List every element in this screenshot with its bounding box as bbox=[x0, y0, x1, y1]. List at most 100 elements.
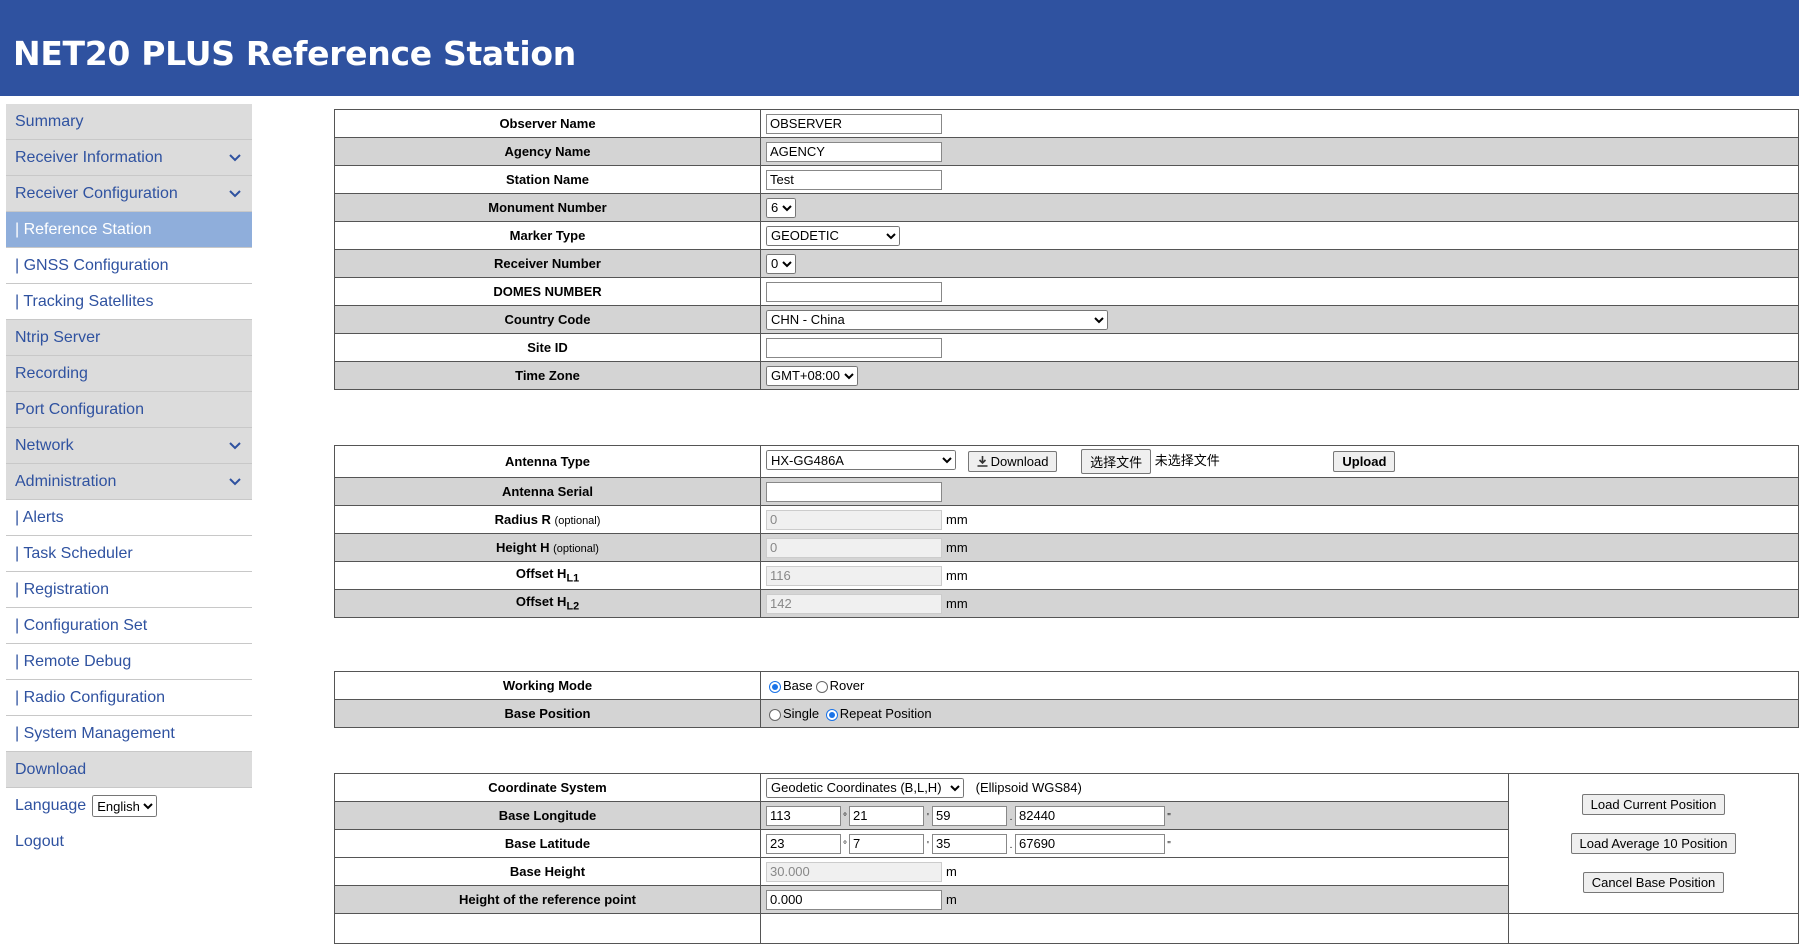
radius-label-text: Radius R bbox=[494, 512, 551, 527]
sidebar-item-port-configuration[interactable]: Port Configuration bbox=[6, 392, 252, 428]
sidebar-item-reference-station[interactable]: | Reference Station bbox=[6, 212, 252, 248]
time-zone-select[interactable]: GMT+08:00 bbox=[766, 365, 858, 386]
load-average-position-button[interactable]: Load Average 10 Position bbox=[1570, 833, 1737, 854]
cancel-base-position-button[interactable]: Cancel Base Position bbox=[1582, 872, 1725, 893]
sidebar-item-network[interactable]: Network bbox=[6, 428, 252, 464]
download-label: Download bbox=[990, 454, 1049, 469]
domes-number-input[interactable] bbox=[766, 281, 942, 302]
sidebar-item-tracking-satellites[interactable]: | Tracking Satellites bbox=[6, 284, 252, 320]
sidebar-item-remote-debug[interactable]: | Remote Debug bbox=[6, 644, 252, 680]
unit-label: mm bbox=[946, 596, 968, 611]
station-name-input[interactable] bbox=[766, 169, 942, 190]
sidebar-item-system-management[interactable]: | System Management bbox=[6, 716, 252, 752]
blank-cell bbox=[334, 913, 761, 944]
offset-subscript: L1 bbox=[566, 572, 580, 585]
antenna-serial-label: Antenna Serial bbox=[334, 477, 761, 506]
offset-l2-input[interactable] bbox=[766, 593, 942, 614]
antenna-table: Antenna Type HX-GG486A Download 选择文件 未选择… bbox=[334, 445, 1799, 618]
sidebar-item-label: | Radio Configuration bbox=[15, 688, 166, 706]
base-radio[interactable] bbox=[769, 680, 781, 693]
sidebar-item-label: | GNSS Configuration bbox=[15, 256, 169, 274]
site-id-input[interactable] bbox=[766, 337, 942, 358]
sidebar-item-gnss-configuration[interactable]: | GNSS Configuration bbox=[6, 248, 252, 284]
download-icon bbox=[977, 456, 988, 467]
observer-name-input[interactable] bbox=[766, 113, 942, 134]
sidebar-item-configuration-set[interactable]: | Configuration Set bbox=[6, 608, 252, 644]
sidebar-item-registration[interactable]: | Registration bbox=[6, 572, 252, 608]
table-row: Country Code CHN - China bbox=[334, 305, 1799, 334]
coordinate-system-select[interactable]: Geodetic Coordinates (B,L,H) bbox=[766, 777, 964, 798]
sidebar-item-label: | Reference Station bbox=[15, 220, 152, 238]
sidebar-item-summary[interactable]: Summary bbox=[6, 104, 252, 140]
antenna-serial-input[interactable] bbox=[766, 481, 942, 502]
load-current-position-button[interactable]: Load Current Position bbox=[1581, 794, 1726, 815]
latitude-minutes-input[interactable] bbox=[849, 833, 924, 854]
agency-name-input[interactable] bbox=[766, 141, 942, 162]
upload-button[interactable]: Upload bbox=[1333, 451, 1396, 472]
receiver-number-select[interactable]: 0 bbox=[766, 253, 796, 274]
latitude-degrees-input[interactable] bbox=[766, 833, 841, 854]
sidebar-item-label: | Remote Debug bbox=[15, 652, 132, 670]
chevron-down-icon bbox=[229, 189, 241, 197]
decimal-point: . bbox=[1009, 840, 1013, 851]
sidebar-item-receiver-information[interactable]: Receiver Information bbox=[6, 140, 252, 176]
agency-name-label: Agency Name bbox=[334, 137, 761, 166]
sidebar-item-label: Download bbox=[15, 760, 87, 778]
sidebar-item-recording[interactable]: Recording bbox=[6, 356, 252, 392]
single-radio[interactable] bbox=[769, 708, 781, 721]
decimal-point: . bbox=[1009, 812, 1013, 823]
sidebar-item-radio-configuration[interactable]: | Radio Configuration bbox=[6, 680, 252, 716]
sidebar-nav: Summary Receiver Information Receiver Co… bbox=[6, 104, 252, 860]
sidebar-item-label: Recording bbox=[15, 364, 88, 382]
sidebar-item-label: Summary bbox=[15, 112, 84, 130]
height-input[interactable] bbox=[766, 537, 942, 558]
chevron-down-icon bbox=[229, 477, 241, 485]
table-row: Working Mode Base Rover bbox=[334, 671, 1799, 700]
sidebar-item-alerts[interactable]: | Alerts bbox=[6, 500, 252, 536]
observer-name-label: Observer Name bbox=[334, 109, 761, 138]
longitude-seconds-input[interactable] bbox=[932, 805, 1007, 826]
choose-file-button[interactable]: 选择文件 bbox=[1081, 449, 1152, 474]
longitude-fraction-input[interactable] bbox=[1015, 805, 1165, 826]
monument-number-select[interactable]: 6 bbox=[766, 197, 796, 218]
radio-label: Repeat Position bbox=[839, 706, 932, 721]
offset-label-text: Offset H bbox=[515, 594, 567, 610]
sidebar-item-administration[interactable]: Administration bbox=[6, 464, 252, 500]
sidebar-item-label: Ntrip Server bbox=[15, 328, 101, 346]
unit-label: m bbox=[946, 892, 957, 907]
radio-label: Base bbox=[783, 678, 813, 693]
station-info-table: Observer Name Agency Name Station Name M… bbox=[334, 109, 1799, 390]
optional-text: (optional) bbox=[553, 543, 599, 555]
table-row: Marker Type GEODETIC bbox=[334, 221, 1799, 250]
offset-l1-label: Offset HL1 bbox=[334, 561, 761, 590]
repeat-position-radio[interactable] bbox=[825, 708, 838, 721]
logout-link[interactable]: Logout bbox=[6, 824, 252, 860]
second-symbol: " bbox=[1167, 840, 1171, 851]
download-button[interactable]: Download bbox=[967, 451, 1058, 472]
sidebar-item-task-scheduler[interactable]: | Task Scheduler bbox=[6, 536, 252, 572]
longitude-minutes-input[interactable] bbox=[849, 805, 924, 826]
sidebar-item-label: Network bbox=[15, 436, 74, 454]
sidebar-item-receiver-configuration[interactable]: Receiver Configuration bbox=[6, 176, 252, 212]
sidebar-item-label: Receiver Information bbox=[15, 148, 163, 166]
coordinates-table: Coordinate System Geodetic Coordinates (… bbox=[334, 773, 1799, 944]
sidebar-item-download[interactable]: Download bbox=[6, 752, 252, 788]
reference-point-height-input[interactable] bbox=[766, 889, 942, 910]
language-select[interactable]: English bbox=[92, 795, 158, 817]
table-row: Monument Number 6 bbox=[334, 193, 1799, 222]
base-height-input[interactable] bbox=[766, 861, 942, 882]
country-code-label: Country Code bbox=[334, 305, 761, 334]
sidebar-item-label: | Configuration Set bbox=[15, 616, 148, 634]
rover-radio[interactable] bbox=[815, 680, 828, 693]
longitude-degrees-input[interactable] bbox=[766, 805, 841, 826]
radius-input[interactable] bbox=[766, 509, 942, 530]
coordinate-system-label: Coordinate System bbox=[334, 773, 761, 802]
country-code-select[interactable]: CHN - China bbox=[766, 309, 1108, 330]
offset-l1-input[interactable] bbox=[766, 565, 942, 586]
antenna-type-select[interactable]: HX-GG486A bbox=[766, 450, 956, 471]
marker-type-select[interactable]: GEODETIC bbox=[766, 225, 900, 246]
latitude-fraction-input[interactable] bbox=[1015, 833, 1165, 854]
latitude-seconds-input[interactable] bbox=[932, 833, 1007, 854]
base-position-label: Base Position bbox=[334, 699, 761, 728]
sidebar-item-ntrip-server[interactable]: Ntrip Server bbox=[6, 320, 252, 356]
